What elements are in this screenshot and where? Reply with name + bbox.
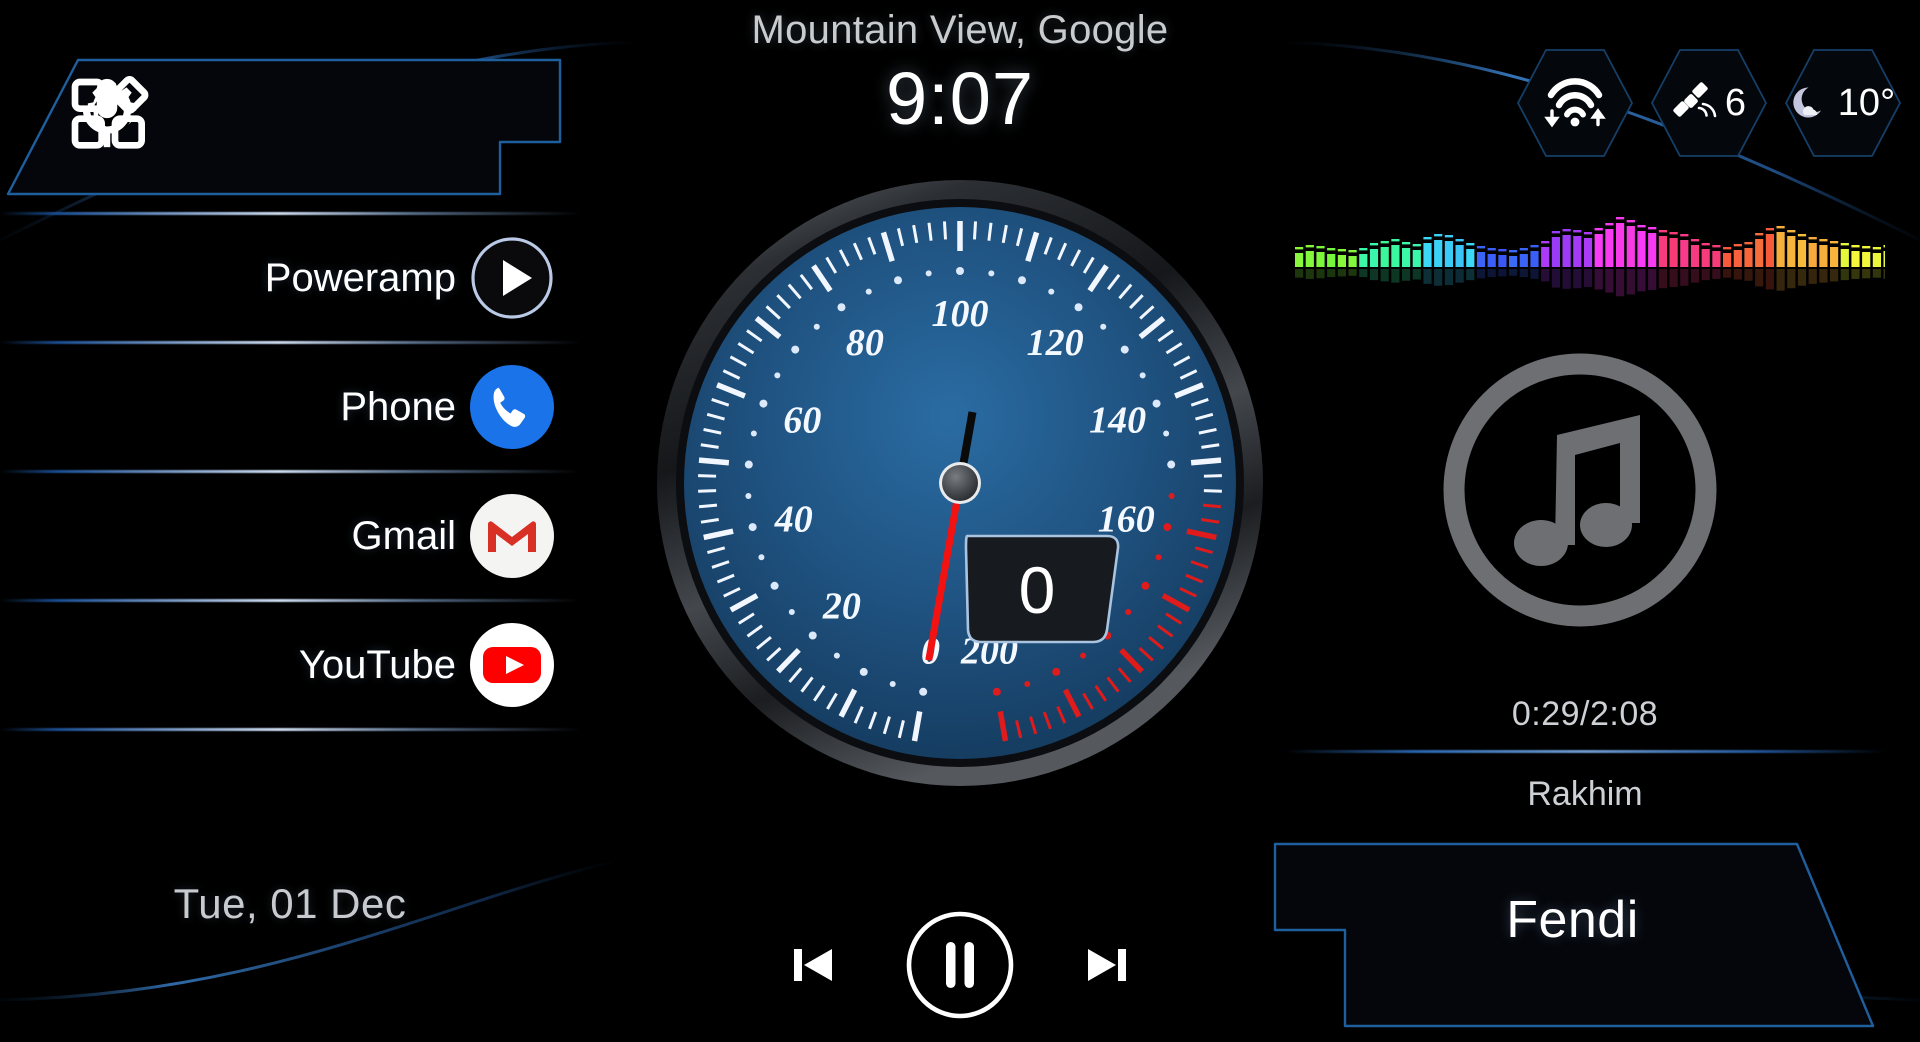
transport-controls	[740, 900, 1180, 1030]
needle-hub	[942, 465, 978, 501]
track-title-panel: Fendi	[1245, 830, 1920, 1042]
playback-time-label: 0:29/2:08	[1511, 695, 1659, 733]
svg-text:120: 120	[1027, 322, 1084, 364]
list-separator	[0, 728, 580, 731]
clock-label: 9:07	[885, 57, 1035, 140]
album-art-placeholder[interactable]	[1435, 345, 1725, 635]
digital-speed-readout: 0	[964, 534, 1120, 644]
svg-text:100: 100	[932, 293, 989, 335]
spectrum-visualizer	[1285, 205, 1885, 325]
media-divider	[1285, 750, 1885, 753]
date-label: Tue, 01 Dec	[173, 880, 407, 927]
svg-text:80: 80	[846, 322, 884, 364]
svg-text:160: 160	[1098, 498, 1155, 540]
next-track-button[interactable]	[1076, 934, 1138, 996]
track-artist-label: Rakhim	[1527, 775, 1643, 813]
app-label: Phone	[340, 385, 456, 429]
header: Mountain View, Google 9:07	[0, 0, 1920, 136]
svg-text:60: 60	[783, 399, 821, 441]
app-label: Poweramp	[264, 256, 456, 300]
app-item-youtube[interactable]: YouTube	[0, 602, 580, 728]
poweramp-play-icon	[470, 236, 554, 320]
skip-next-icon	[1088, 949, 1126, 981]
location-label: Mountain View, Google	[751, 8, 1169, 52]
speedometer-gauge: 020406080100120140160180200 0	[645, 168, 1275, 798]
previous-track-button[interactable]	[782, 934, 844, 996]
track-artist: Rakhim	[1285, 775, 1885, 814]
app-label: Gmail	[351, 514, 456, 558]
svg-text:140: 140	[1089, 399, 1146, 441]
car-launcher-screen: Mountain View, Google 9:07 6 10° Poweram…	[0, 0, 1920, 1042]
date-display: Tue, 01 Dec	[0, 880, 580, 928]
app-item-phone[interactable]: Phone	[0, 344, 580, 470]
svg-text:20: 20	[822, 585, 861, 627]
app-shortcut-list: Poweramp Phone Gmail YouTube	[0, 212, 580, 731]
youtube-play-icon	[470, 623, 554, 707]
music-note-icon	[1443, 353, 1717, 627]
svg-text:40: 40	[774, 498, 813, 540]
pause-circle-icon	[906, 911, 1014, 1019]
phone-handset-icon	[470, 365, 554, 449]
playback-time: 0:29/2:08	[1285, 695, 1885, 734]
play-pause-button[interactable]	[904, 909, 1016, 1021]
app-label: YouTube	[298, 643, 456, 687]
app-item-gmail[interactable]: Gmail	[0, 473, 580, 599]
skip-previous-icon	[794, 949, 832, 981]
app-item-poweramp[interactable]: Poweramp	[0, 215, 580, 341]
svg-text:0: 0	[1019, 553, 1056, 627]
gmail-envelope-icon	[470, 494, 554, 578]
track-title-label: Fendi	[1506, 891, 1639, 949]
